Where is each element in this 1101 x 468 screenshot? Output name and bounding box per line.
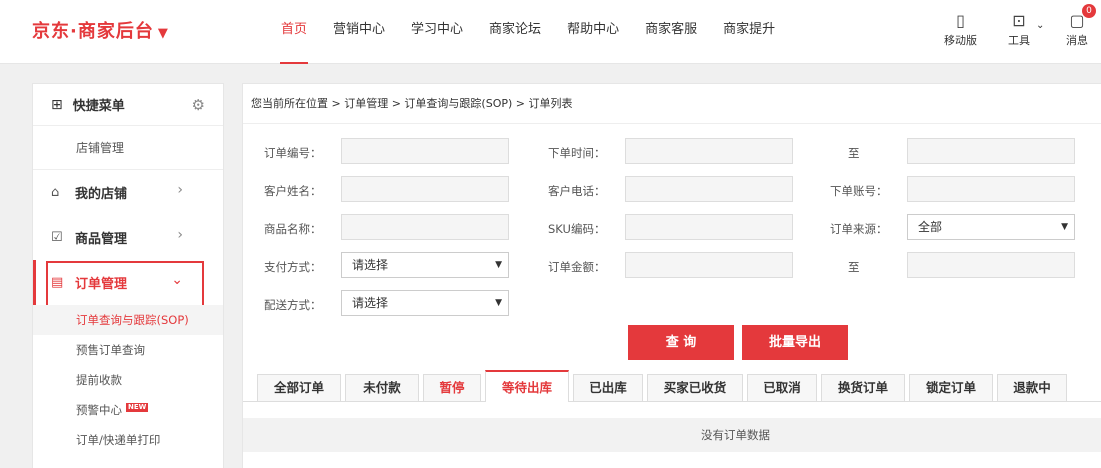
quick-menu-header: ⊞ 快捷菜单 ⚙ xyxy=(33,84,223,126)
product-icon: ☑ xyxy=(51,230,63,245)
form-row: 客户姓名： 客户电话： 下单账号： xyxy=(243,176,1101,206)
tab-shipped[interactable]: 已出库 xyxy=(573,374,643,402)
nav-home[interactable]: 首页 xyxy=(268,0,320,64)
sidebar-group-label: 我的店铺 xyxy=(75,187,128,202)
quick-menu-title: 快捷菜单 xyxy=(72,99,125,114)
nav-improve[interactable]: 商家提升 xyxy=(710,0,788,64)
pay-method-select[interactable]: 请选择 ▼ xyxy=(341,252,509,278)
order-time-label: 下单时间： xyxy=(548,146,606,160)
customer-phone-label: 客户电话： xyxy=(548,184,606,198)
sidebar-item-order-query[interactable]: 订单查询与跟踪(SOP) xyxy=(33,305,223,335)
nav-learning[interactable]: 学习中心 xyxy=(398,0,476,64)
delivery-label: 配送方式： xyxy=(264,298,322,312)
sidebar-item-label: 预警中心 xyxy=(76,403,122,417)
nav-marketing[interactable]: 营销中心 xyxy=(320,0,398,64)
chevron-down-icon: ⌄ xyxy=(1036,20,1045,31)
order-no-input[interactable] xyxy=(341,138,509,164)
main-panel: 您当前所在位置 > 订单管理 > 订单查询与跟踪(SOP) > 订单列表 订单编… xyxy=(242,83,1101,468)
order-no-label: 订单编号： xyxy=(264,146,322,160)
order-time-start-input[interactable] xyxy=(625,138,793,164)
dropdown-arrow-icon: ▼ xyxy=(1061,222,1068,232)
order-source-value: 全部 xyxy=(918,220,943,234)
sku-input[interactable] xyxy=(625,214,793,240)
tab-all-orders[interactable]: 全部订单 xyxy=(257,374,341,402)
nav-forum[interactable]: 商家论坛 xyxy=(476,0,554,64)
form-row: 商品名称： SKU编码： 订单来源： 全部 ▼ xyxy=(243,214,1101,244)
tab-received[interactable]: 买家已收货 xyxy=(647,374,743,402)
highlight-box xyxy=(46,261,204,311)
to-label: 至 xyxy=(848,260,860,274)
chevron-right-icon: › xyxy=(177,182,183,198)
sidebar: ⊞ 快捷菜单 ⚙ 店铺管理 ⌂ 我的店铺 › ☑ 商品管理 › ▤ 订单管理 ⌄… xyxy=(32,83,224,468)
tab-cancelled[interactable]: 已取消 xyxy=(747,374,817,402)
order-time-end-input[interactable] xyxy=(907,138,1075,164)
form-row: 支付方式： 请选择 ▼ 订单金额： 至 xyxy=(243,252,1101,282)
order-source-label: 订单来源： xyxy=(830,222,888,236)
top-bar: 京东·商家后台 ▼ 首页 营销中心 学习中心 商家论坛 帮助中心 商家客服 商家提… xyxy=(0,0,1101,64)
chevron-right-icon: › xyxy=(177,227,183,243)
store-icon: ⌂ xyxy=(51,185,60,200)
caret-down-icon[interactable]: ▼ xyxy=(158,26,169,41)
main-nav: 首页 营销中心 学习中心 商家论坛 帮助中心 商家客服 商家提升 xyxy=(268,0,788,64)
customer-name-label: 客户姓名： xyxy=(264,184,322,198)
order-tabs: 全部订单 未付款 暂停 等待出库 已出库 买家已收货 已取消 换货订单 锁定订单… xyxy=(257,370,1071,402)
customer-phone-input[interactable] xyxy=(625,176,793,202)
grid-icon: ⊞ xyxy=(51,96,63,113)
tab-unpaid[interactable]: 未付款 xyxy=(345,374,419,402)
tab-exchange[interactable]: 换货订单 xyxy=(821,374,905,402)
breadcrumb: 您当前所在位置 > 订单管理 > 订单查询与跟踪(SOP) > 订单列表 xyxy=(243,84,1101,124)
brand-logo[interactable]: 京东·商家后台 ▼ xyxy=(32,17,169,43)
sidebar-item-advance-payment[interactable]: 提前收款 xyxy=(33,365,223,395)
sidebar-item-print[interactable]: 订单/快递单打印 xyxy=(33,425,223,455)
delivery-value: 请选择 xyxy=(352,296,389,310)
tab-locked[interactable]: 锁定订单 xyxy=(909,374,993,402)
chat-icon: ▢ 0 xyxy=(1066,4,1096,32)
messages-button[interactable]: ▢ 0 消息 xyxy=(1066,4,1096,48)
sidebar-group-label: 商品管理 xyxy=(75,232,128,247)
dropdown-arrow-icon: ▼ xyxy=(495,260,502,270)
form-row: 订单编号： 下单时间： 至 xyxy=(243,138,1101,168)
product-name-input[interactable] xyxy=(341,214,509,240)
sidebar-item-alert-center[interactable]: 预警中心 NEW xyxy=(33,395,223,425)
pay-method-value: 请选择 xyxy=(352,258,389,272)
to-label: 至 xyxy=(848,146,860,160)
tab-awaiting-shipment[interactable]: 等待出库 xyxy=(485,370,569,402)
form-row: 配送方式： 请选择 ▼ xyxy=(243,290,1101,320)
sidebar-item-presale-query[interactable]: 预售订单查询 xyxy=(33,335,223,365)
sku-label: SKU编码： xyxy=(548,222,606,236)
empty-state: 没有订单数据 xyxy=(243,418,1101,452)
sidebar-item-shop-manage[interactable]: 店铺管理 xyxy=(33,126,223,170)
tab-paused[interactable]: 暂停 xyxy=(423,374,481,402)
delivery-select[interactable]: 请选择 ▼ xyxy=(341,290,509,316)
order-amount-min-input[interactable] xyxy=(625,252,793,278)
product-name-label: 商品名称： xyxy=(264,222,322,236)
dropdown-arrow-icon: ▼ xyxy=(495,298,502,308)
tools-label: 工具 xyxy=(1008,34,1030,47)
tools-button[interactable]: ⊡ 工具 ⌄ xyxy=(1008,10,1044,48)
phone-icon: ▯ xyxy=(956,11,965,30)
gear-icon[interactable]: ⚙ xyxy=(192,96,205,114)
pay-method-label: 支付方式： xyxy=(264,260,322,274)
sidebar-group-product[interactable]: ☑ 商品管理 › xyxy=(33,215,223,260)
order-account-label: 下单账号： xyxy=(830,184,888,198)
query-button[interactable]: 查 询 xyxy=(628,325,734,360)
tab-refunding[interactable]: 退款中 xyxy=(997,374,1067,402)
customer-name-input[interactable] xyxy=(341,176,509,202)
nav-service[interactable]: 商家客服 xyxy=(632,0,710,64)
new-badge: NEW xyxy=(126,403,149,412)
export-button[interactable]: 批量导出 xyxy=(742,325,848,360)
toolbox-icon: ⊡ xyxy=(1012,11,1026,30)
order-amount-max-input[interactable] xyxy=(907,252,1075,278)
nav-help[interactable]: 帮助中心 xyxy=(554,0,632,64)
sidebar-group-my-shop[interactable]: ⌂ 我的店铺 › xyxy=(33,170,223,215)
order-source-select[interactable]: 全部 ▼ xyxy=(907,214,1075,240)
mobile-version-button[interactable]: ▯ 移动版 xyxy=(944,10,977,48)
messages-label: 消息 xyxy=(1066,34,1088,47)
order-account-input[interactable] xyxy=(907,176,1075,202)
mobile-version-label: 移动版 xyxy=(944,34,977,47)
brand-logo-text: 京东·商家后台 xyxy=(32,21,154,42)
order-amount-label: 订单金额： xyxy=(548,260,606,274)
message-count-badge: 0 xyxy=(1082,4,1096,18)
